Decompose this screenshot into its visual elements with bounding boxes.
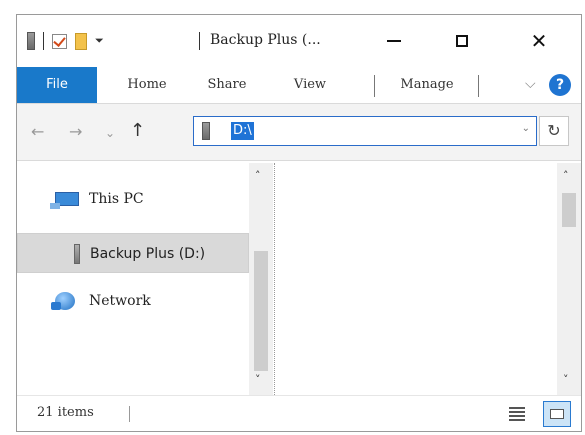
quick-access-toolbar: ⏷: [27, 31, 112, 51]
ribbon-tabs: File Home Share View Manage ⌵ ?: [17, 67, 581, 103]
navigation-bar: ← → ⌄ ↑ D:\ ⌄ ↻: [17, 103, 581, 161]
scroll-thumb[interactable]: [254, 251, 268, 371]
address-bar[interactable]: D:\ ⌄: [193, 116, 537, 146]
item-count: 21 items: [37, 405, 94, 420]
title-bar: ⏷ Backup Plus (... ✕: [17, 15, 581, 65]
pane-splitter[interactable]: [274, 163, 278, 395]
address-dropdown-icon[interactable]: ⌄: [522, 123, 530, 134]
explorer-window: ⏷ Backup Plus (... ✕ File Home Share Vie…: [16, 14, 582, 432]
back-button[interactable]: ←: [31, 122, 44, 141]
tab-manage[interactable]: Manage: [387, 67, 467, 103]
drive-icon: [74, 244, 80, 264]
drive-icon: [27, 32, 35, 50]
expand-ribbon-icon[interactable]: ⌵: [525, 76, 536, 92]
close-button[interactable]: ✕: [519, 27, 559, 55]
help-icon[interactable]: ?: [549, 74, 571, 96]
address-input[interactable]: D:\: [231, 122, 254, 140]
tab-file[interactable]: File: [17, 67, 97, 103]
nav-item-network[interactable]: Network: [17, 281, 249, 321]
large-icons-icon: [550, 409, 564, 419]
tab-share[interactable]: Share: [197, 67, 257, 103]
scroll-thumb[interactable]: [562, 193, 576, 227]
new-folder-icon[interactable]: [75, 32, 87, 50]
computer-icon: [50, 192, 79, 209]
nav-item-label: Network: [89, 293, 151, 309]
nav-item-label: Backup Plus (D:): [90, 246, 206, 262]
ribbon-separator: [374, 75, 375, 97]
forward-button[interactable]: →: [69, 122, 82, 141]
scroll-down-icon[interactable]: ˅: [563, 373, 569, 386]
nav-item-label: This PC: [89, 191, 144, 207]
tab-home[interactable]: Home: [117, 67, 177, 103]
scroll-up-icon[interactable]: ˄: [255, 169, 261, 182]
nav-item-backup-plus[interactable]: Backup Plus (D:): [17, 233, 249, 273]
status-separator: [129, 406, 130, 422]
nav-item-this-pc[interactable]: This PC: [17, 179, 249, 219]
customize-toolbar-dropdown[interactable]: ⏷: [95, 34, 104, 48]
tab-view[interactable]: View: [285, 67, 335, 103]
minimize-button[interactable]: [374, 27, 414, 55]
window-title: Backup Plus (...: [210, 32, 321, 48]
navigation-pane: This PC Backup Plus (D:) Network: [17, 163, 249, 395]
large-icons-view-button[interactable]: [543, 401, 571, 427]
status-bar: 21 items: [17, 395, 581, 431]
maximize-button[interactable]: [442, 27, 482, 55]
content-scrollbar[interactable]: ˄ ˅: [557, 163, 581, 395]
nav-pane-scrollbar[interactable]: ˄ ˅: [249, 163, 273, 395]
title-separator: [199, 32, 200, 50]
minimize-icon: [387, 39, 401, 42]
details-view-icon[interactable]: [509, 405, 525, 421]
toolbar-separator: [43, 32, 44, 50]
drive-icon: [202, 122, 210, 140]
recent-locations-button[interactable]: ⌄: [105, 126, 115, 140]
up-button[interactable]: ↑: [130, 120, 145, 141]
maximize-icon: [456, 34, 468, 47]
properties-checkbox-icon[interactable]: [52, 33, 67, 49]
scroll-down-icon[interactable]: ˅: [255, 373, 261, 386]
refresh-button[interactable]: ↻: [539, 116, 569, 146]
network-icon: [51, 292, 75, 310]
ribbon-separator: [478, 75, 479, 97]
file-list-area[interactable]: [279, 163, 557, 395]
scroll-up-icon[interactable]: ˄: [563, 169, 569, 182]
